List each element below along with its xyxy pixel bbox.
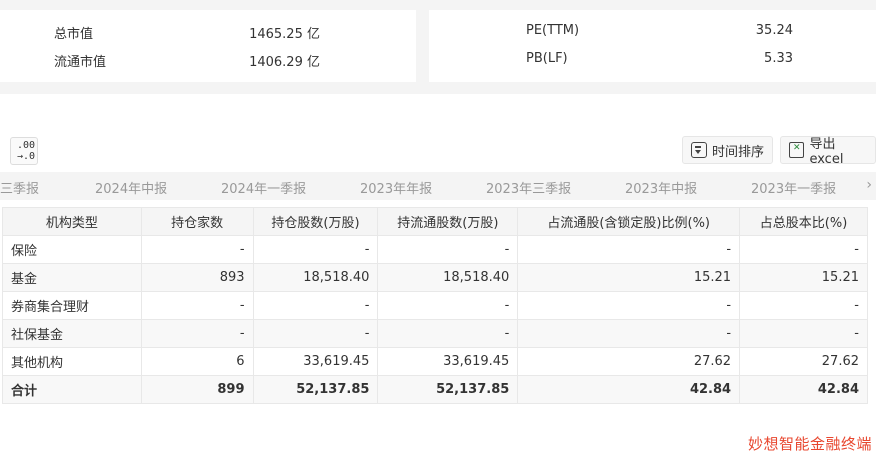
table-cell: 基金: [2, 263, 142, 292]
float-market-value-label: 流通市值: [54, 55, 107, 70]
decimal-more-text: .00: [17, 140, 36, 151]
table-cell: 893: [140, 263, 254, 292]
valuation-card: PE(TTM) 35.24 PB(LF) 5.33: [429, 10, 876, 82]
period-tabs: 三季报 2024年中报 2024年一季报 2023年年报 2023年三季报 20…: [0, 172, 876, 200]
column-header[interactable]: 占流通股(含锁定股)比例(%): [517, 207, 741, 236]
table-cell: 18,518.40: [377, 263, 519, 292]
table-cell: 6: [140, 347, 254, 376]
tab-period[interactable]: 2024年一季报: [221, 178, 306, 197]
table-cell: -: [739, 235, 868, 264]
app-watermark: 妙想智能金融终端: [747, 435, 872, 453]
decimal-less-text: →.0: [17, 151, 36, 162]
excel-icon: [789, 142, 805, 158]
market-value-card: 总市值 1465.25 亿 流通市值 1406.29 亿: [0, 10, 416, 82]
table-cell: -: [739, 319, 868, 348]
table-row: 社保基金 - - - - -: [2, 319, 868, 348]
page: 总市值 1465.25 亿 流通市值 1406.29 亿 PE(TTM) 35.…: [0, 0, 876, 456]
table-cell: 社保基金: [2, 319, 142, 348]
table-cell: -: [517, 291, 741, 320]
table-cell: -: [377, 319, 519, 348]
pb-lf-value: 5.33: [764, 51, 793, 66]
table-cell: 27.62: [517, 347, 741, 376]
table-cell: -: [252, 235, 379, 264]
table-row: 基金 893 18,518.40 18,518.40 15.21 15.21: [2, 263, 868, 292]
table-row: 券商集合理财 - - - - -: [2, 291, 868, 320]
table-cell: -: [517, 235, 741, 264]
table-cell: 15.21: [517, 263, 741, 292]
tab-period[interactable]: 2024年中报: [95, 178, 167, 197]
table-cell: 其他机构: [2, 347, 142, 376]
table-row: 其他机构 6 33,619.45 33,619.45 27.62 27.62: [2, 347, 868, 376]
column-header[interactable]: 持仓股数(万股): [252, 207, 379, 236]
table-cell: 52,137.85: [377, 375, 519, 404]
total-market-value-label: 总市值: [54, 27, 94, 42]
chevron-right-icon[interactable]: ›: [866, 177, 872, 193]
pe-ttm-label: PE(TTM): [526, 23, 580, 38]
tab-period[interactable]: 2023年三季报: [486, 178, 571, 197]
table-cell: 42.84: [517, 375, 741, 404]
table-cell: 27.62: [739, 347, 868, 376]
table-cell: -: [252, 291, 379, 320]
table-cell: 52,137.85: [252, 375, 379, 404]
table-cell: 券商集合理财: [2, 291, 142, 320]
column-header[interactable]: 机构类型: [2, 207, 142, 236]
tab-period[interactable]: 2023年年报: [360, 178, 432, 197]
table-total-row: 合计 899 52,137.85 52,137.85 42.84 42.84: [2, 375, 868, 404]
tab-period[interactable]: 2023年一季报: [751, 178, 836, 197]
table-header-row: 机构类型 持仓家数 持仓股数(万股) 持流通股数(万股) 占流通股(含锁定股)比…: [2, 207, 868, 236]
institution-holdings-table: 机构类型 持仓家数 持仓股数(万股) 持流通股数(万股) 占流通股(含锁定股)比…: [2, 207, 868, 404]
table-cell: 33,619.45: [377, 347, 519, 376]
decimal-places-button[interactable]: .00 →.0: [10, 137, 38, 165]
table-cell: 保险: [2, 235, 142, 264]
table-cell: -: [140, 235, 254, 264]
table-cell: -: [739, 291, 868, 320]
pe-ttm-value: 35.24: [755, 23, 793, 38]
column-header[interactable]: 占总股本比(%): [739, 207, 868, 236]
table-cell: -: [252, 319, 379, 348]
table-cell: 33,619.45: [252, 347, 379, 376]
column-header[interactable]: 持仓家数: [140, 207, 254, 236]
table-cell: -: [140, 291, 254, 320]
table-cell: -: [140, 319, 254, 348]
summary-band: 总市值 1465.25 亿 流通市值 1406.29 亿 PE(TTM) 35.…: [0, 0, 876, 94]
table-cell: 合计: [2, 375, 142, 404]
table-cell: 15.21: [739, 263, 868, 292]
table-cell: 42.84: [739, 375, 868, 404]
pb-lf-label: PB(LF): [526, 51, 568, 66]
table-cell: -: [517, 319, 741, 348]
float-market-value: 1406.29 亿: [249, 55, 320, 70]
table-cell: -: [377, 235, 519, 264]
sort-icon: [691, 142, 707, 158]
time-sort-label: 时间排序: [712, 144, 765, 160]
table-cell: 18,518.40: [252, 263, 379, 292]
table-cell: -: [377, 291, 519, 320]
total-market-value: 1465.25 亿: [249, 27, 320, 42]
export-excel-button[interactable]: 导出excel: [780, 136, 876, 167]
table-cell: 899: [140, 375, 254, 404]
table-row: 保险 - - - - -: [2, 235, 868, 264]
time-sort-button[interactable]: 时间排序: [682, 136, 774, 164]
column-header[interactable]: 持流通股数(万股): [377, 207, 519, 236]
export-excel-label: 导出excel: [809, 137, 844, 167]
tab-period[interactable]: 2023年中报: [625, 178, 697, 197]
tab-period[interactable]: 三季报: [0, 178, 39, 197]
